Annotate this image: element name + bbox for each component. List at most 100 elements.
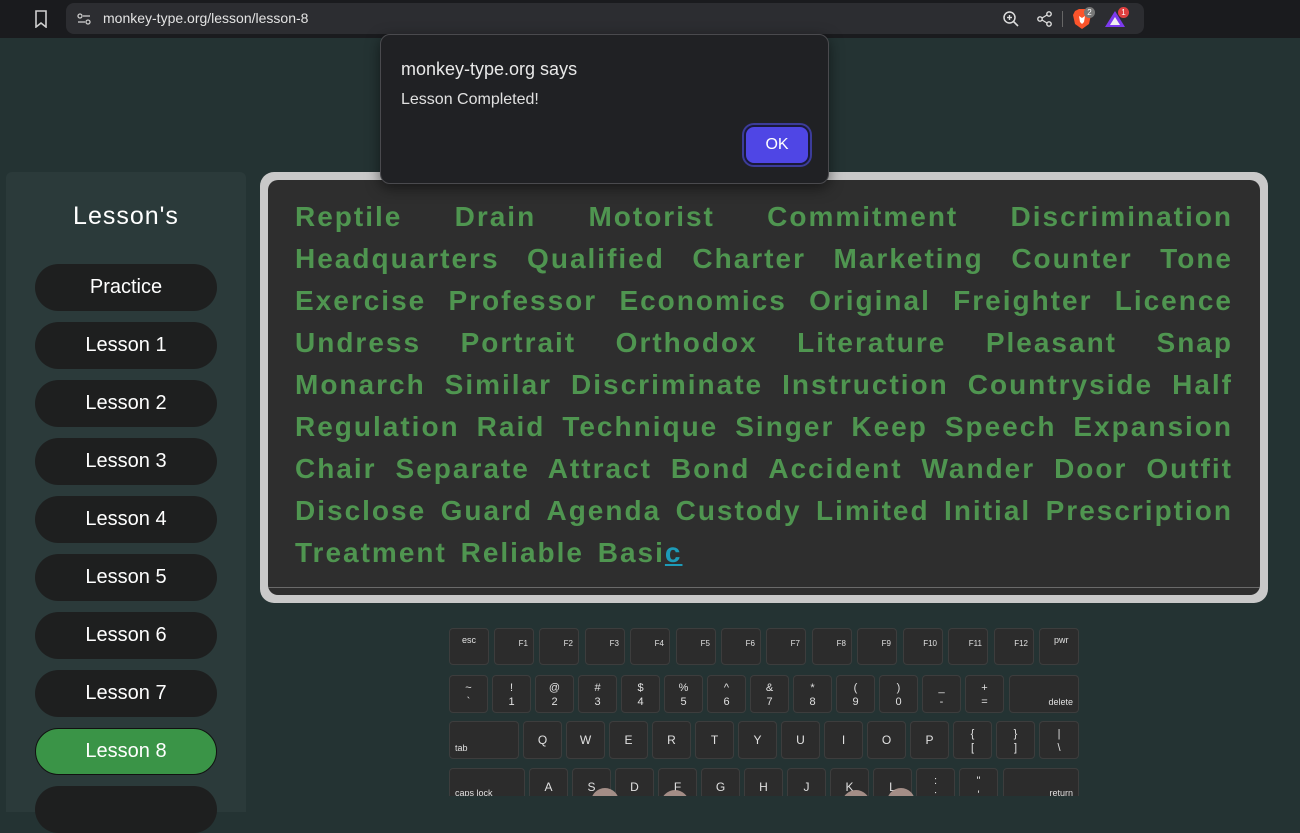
key-u: U bbox=[781, 721, 820, 759]
typing-area[interactable]: Reptile Drain Motorist Commitment Discri… bbox=[268, 180, 1260, 595]
key-backslash: | \ bbox=[1039, 721, 1079, 759]
key-return: return bbox=[1003, 768, 1079, 796]
key-f4: F4 bbox=[630, 628, 670, 665]
lesson-item-6[interactable]: Lesson 6 bbox=[35, 612, 217, 659]
ok-button[interactable]: OK bbox=[744, 125, 810, 165]
key-f1: F1 bbox=[494, 628, 534, 665]
lesson-item-7[interactable]: Lesson 7 bbox=[35, 670, 217, 717]
key-equals: + = bbox=[965, 675, 1004, 713]
lesson-item-1[interactable]: Lesson 1 bbox=[35, 322, 217, 369]
key-5: % 5 bbox=[664, 675, 703, 713]
key-label: W bbox=[579, 733, 592, 747]
key-shift-label: * bbox=[810, 682, 815, 694]
key-label: esc bbox=[462, 635, 477, 645]
key-i: I bbox=[824, 721, 863, 759]
key-shift-label: ! bbox=[509, 682, 514, 694]
key-label: F6 bbox=[745, 639, 755, 648]
key-t: T bbox=[695, 721, 734, 759]
key-e: E bbox=[609, 721, 648, 759]
lesson-item-9[interactable] bbox=[35, 786, 217, 833]
key-label: H bbox=[759, 780, 768, 794]
lesson-item-2[interactable]: Lesson 2 bbox=[35, 380, 217, 427]
rewards-count-badge: 1 bbox=[1118, 7, 1129, 18]
browser-toolbar: monkey-type.org/lesson/lesson-8 2 1 bbox=[0, 0, 1300, 38]
lesson-item-3[interactable]: Lesson 3 bbox=[35, 438, 217, 485]
key-label: 1 bbox=[508, 696, 515, 708]
key-shift-label: # bbox=[594, 682, 601, 694]
lesson-sidebar: Lesson's Practice Lesson 1 Lesson 2 Less… bbox=[6, 172, 246, 833]
key-label: G bbox=[715, 780, 726, 794]
key-label: F4 bbox=[654, 639, 664, 648]
key-label: 5 bbox=[680, 696, 687, 708]
sidebar-title: Lesson's bbox=[73, 202, 179, 230]
key-f7: F7 bbox=[766, 628, 806, 665]
key-delete: delete bbox=[1009, 675, 1079, 713]
key-label: Y bbox=[753, 733, 762, 747]
typing-frame: Reptile Drain Motorist Commitment Discri… bbox=[260, 172, 1268, 603]
key-minus: _ - bbox=[922, 675, 961, 713]
key-f6: F6 bbox=[721, 628, 761, 665]
key-shift-label: + bbox=[981, 682, 988, 694]
key-f2: F2 bbox=[539, 628, 579, 665]
key-f3: F3 bbox=[585, 628, 625, 665]
key-label: tab bbox=[455, 743, 468, 753]
key-label: R bbox=[667, 733, 676, 747]
key-backtick: ~ ` bbox=[449, 675, 488, 713]
key-label: 9 bbox=[852, 696, 859, 708]
key-label: I bbox=[841, 733, 846, 747]
key-shift-label: { bbox=[970, 728, 975, 740]
key-g: G bbox=[701, 768, 740, 796]
key-shift-label: ( bbox=[853, 682, 858, 694]
key-shift-label: ^ bbox=[723, 682, 730, 694]
key-3: #3 bbox=[578, 675, 617, 713]
lesson-item-practice[interactable]: Practice bbox=[35, 264, 217, 311]
key-a: A bbox=[529, 768, 568, 796]
key-shift-label: " bbox=[976, 775, 981, 787]
key-label: 6 bbox=[723, 696, 730, 708]
key-6: ^ 6 bbox=[707, 675, 746, 713]
key-0: ) 0 bbox=[879, 675, 918, 713]
key-f10: F10 bbox=[903, 628, 943, 665]
key-label: T bbox=[710, 733, 719, 747]
lesson-item-4[interactable]: Lesson 4 bbox=[35, 496, 217, 543]
key-label: F12 bbox=[1014, 639, 1028, 648]
key-1: ! 1 bbox=[492, 675, 531, 713]
key-label: U bbox=[796, 733, 805, 747]
key-h: H bbox=[744, 768, 783, 796]
key-shift-label: & bbox=[765, 682, 774, 694]
lesson-item-5[interactable]: Lesson 5 bbox=[35, 554, 217, 601]
key-shift-label: $ bbox=[637, 682, 644, 694]
bookmark-icon[interactable] bbox=[34, 10, 48, 28]
current-character: c bbox=[664, 537, 683, 568]
key-label: Q bbox=[537, 733, 548, 747]
key-8: * 8 bbox=[793, 675, 832, 713]
key-label: [ bbox=[970, 742, 975, 754]
key-tab: tab bbox=[449, 721, 519, 759]
key-label: A bbox=[544, 780, 553, 794]
key-caps-lock: caps lock bbox=[449, 768, 525, 796]
key-shift-label: ~ bbox=[465, 682, 472, 694]
key-label: J bbox=[803, 780, 810, 794]
key-f12: F12 bbox=[994, 628, 1034, 665]
share-icon[interactable] bbox=[1036, 10, 1054, 28]
address-bar[interactable]: monkey-type.org/lesson/lesson-8 2 1 bbox=[66, 3, 1144, 34]
toolbar-divider bbox=[1062, 11, 1063, 27]
site-settings-icon[interactable] bbox=[76, 11, 92, 27]
key-shift-label: } bbox=[1013, 728, 1018, 740]
key-shift-label: @ bbox=[548, 682, 561, 694]
lesson-item-8[interactable]: Lesson 8 bbox=[35, 728, 217, 775]
key-label: 3 bbox=[594, 696, 601, 708]
key-label: = bbox=[981, 696, 988, 708]
key-d: D bbox=[615, 768, 654, 796]
key-label: F9 bbox=[881, 639, 891, 648]
key-label: F1 bbox=[518, 639, 528, 648]
key-label: F10 bbox=[923, 639, 937, 648]
key-left-bracket: {[ bbox=[953, 721, 992, 759]
url-text[interactable]: monkey-type.org/lesson/lesson-8 bbox=[103, 10, 308, 26]
key-esc: esc bbox=[449, 628, 489, 665]
alert-dialog: monkey-type.org says Lesson Completed! O… bbox=[380, 34, 829, 184]
zoom-icon[interactable] bbox=[1002, 10, 1020, 28]
key-label: D bbox=[630, 780, 639, 794]
key-q: Q bbox=[523, 721, 562, 759]
key-label: P bbox=[925, 733, 934, 747]
